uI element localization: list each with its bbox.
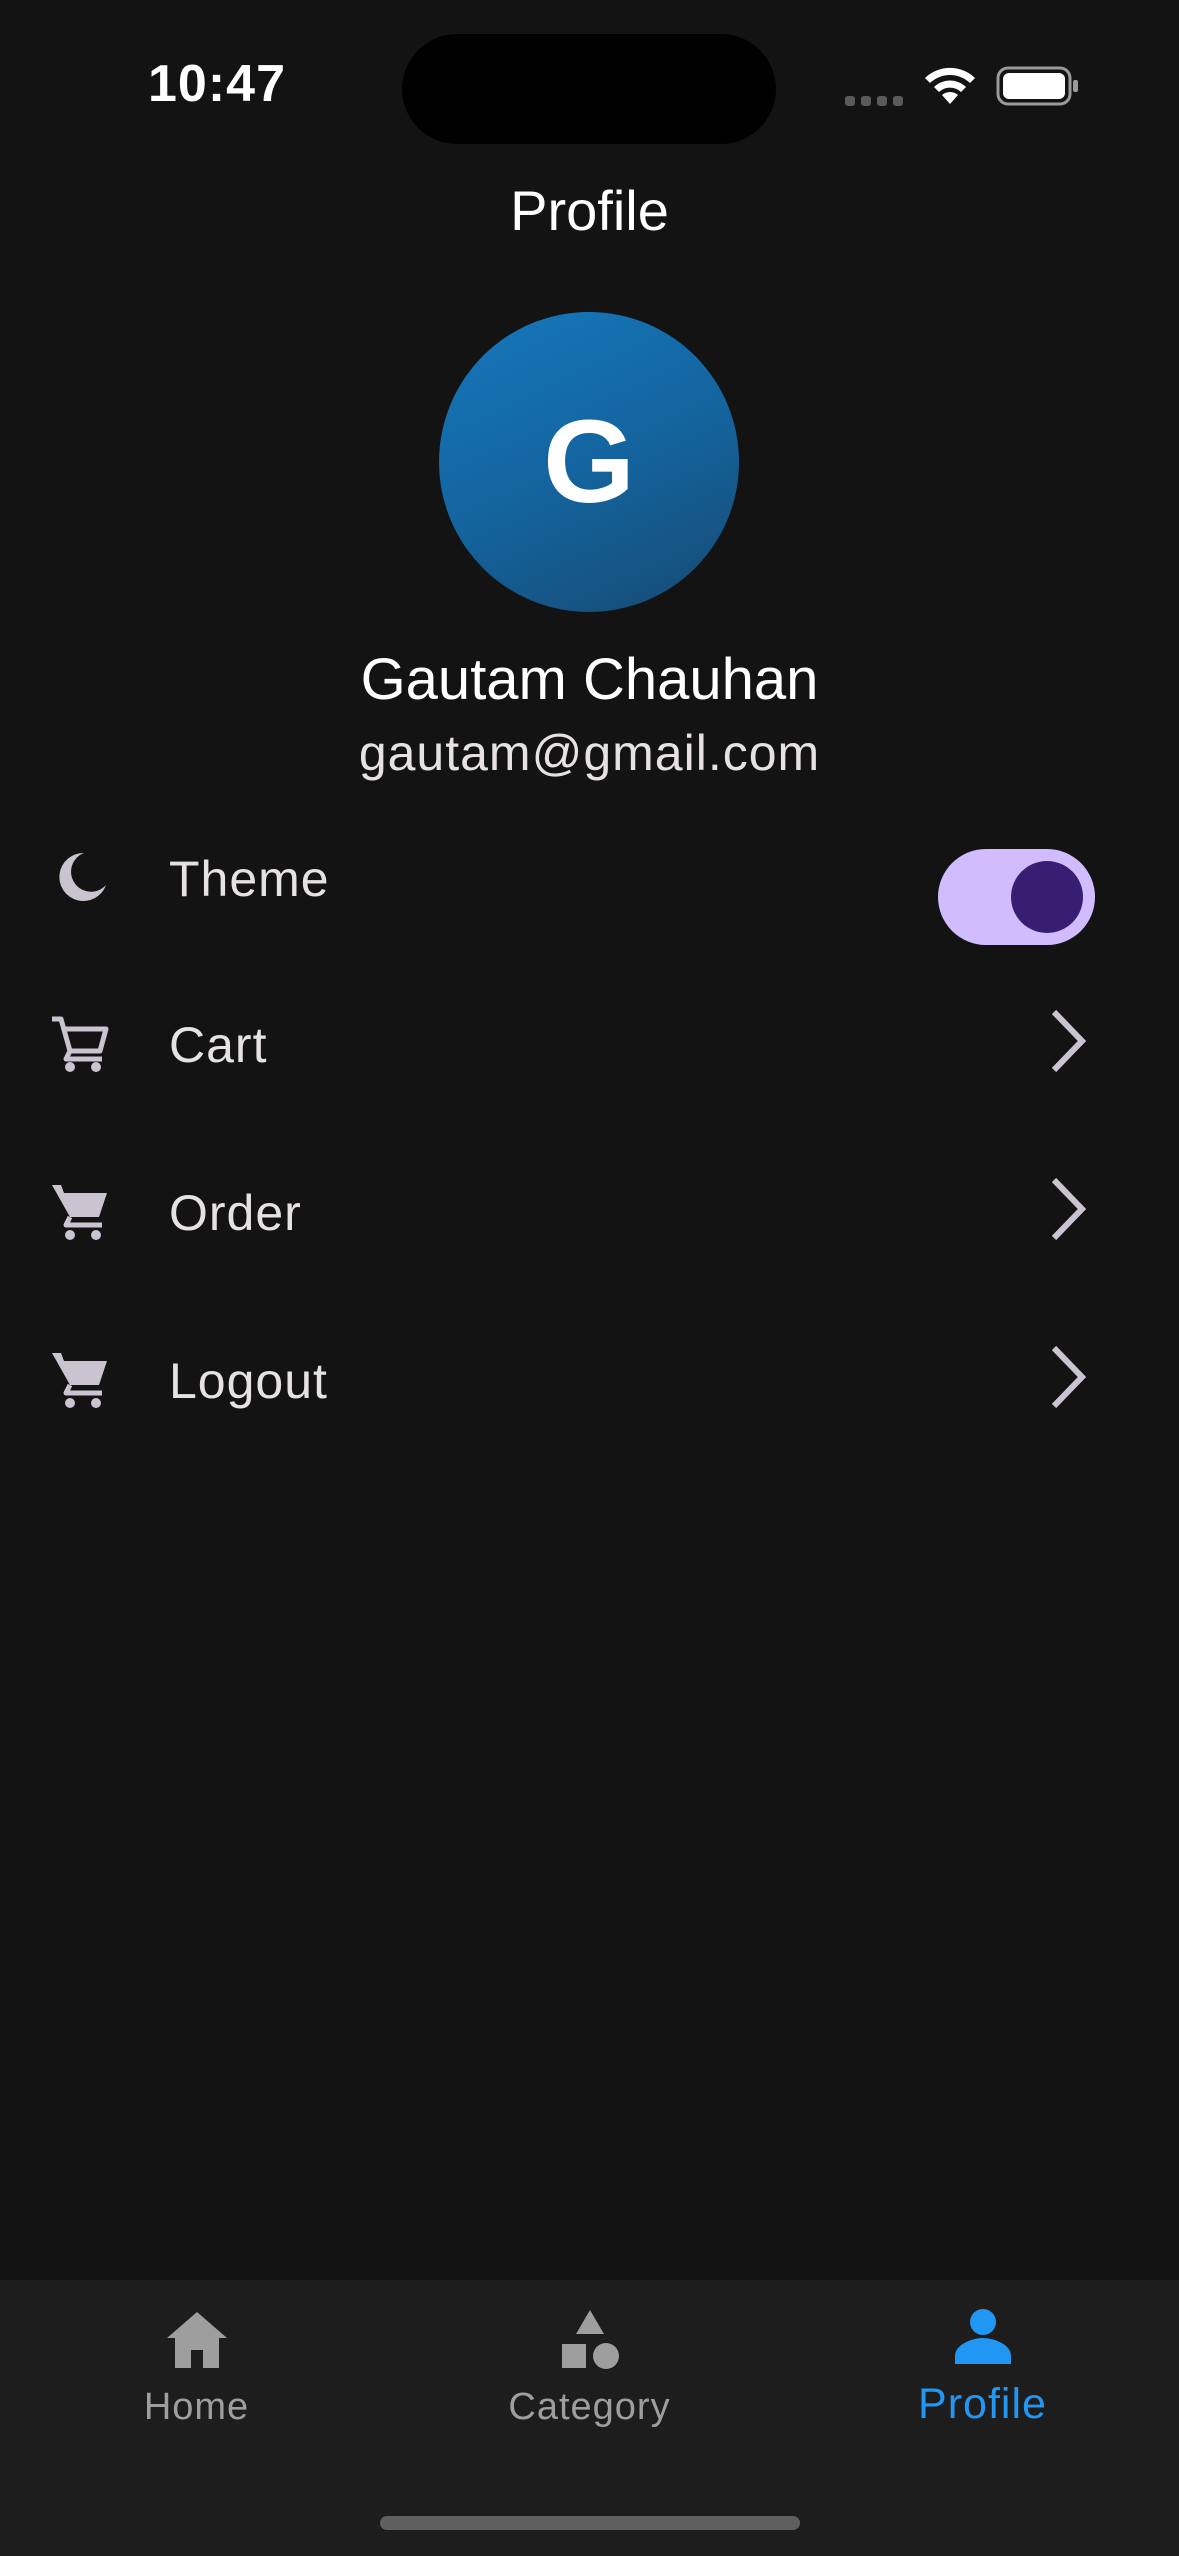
nav-label-home: Home [143, 2386, 250, 2428]
wifi-icon [925, 67, 975, 104]
profile-email: gautam@gmail.com [358, 725, 821, 781]
person-icon [954, 2309, 1011, 2364]
menu-item-cart[interactable]: Cart [0, 966, 1179, 1116]
dynamic-island [402, 34, 776, 144]
nav-item-category[interactable]: Category [393, 2280, 786, 2480]
cart-icon [52, 1185, 107, 1240]
nav-item-profile[interactable]: Profile [786, 2280, 1179, 2480]
moon-icon [59, 852, 106, 901]
cart-outline-icon [52, 1016, 109, 1072]
menu-label-cart: Cart [169, 1017, 268, 1073]
status-bar: 10:47 [0, 0, 1179, 160]
status-time: 10:47 [148, 55, 286, 113]
chevron-right-icon [1051, 1177, 1087, 1241]
chevron-right-icon [1051, 1345, 1087, 1409]
menu-label-theme: Theme [169, 851, 330, 907]
bottom-navigation: Home Category Profile [0, 2280, 1179, 2556]
menu-item-order[interactable]: Order [0, 1134, 1179, 1284]
menu-item-logout[interactable]: Logout [0, 1302, 1179, 1452]
avatar: G [439, 312, 739, 612]
category-icon [561, 2310, 619, 2369]
home-indicator [380, 2516, 800, 2530]
toggle-knob [1011, 861, 1083, 933]
nav-label-category: Category [508, 2386, 671, 2428]
cart-icon [52, 1353, 107, 1408]
theme-toggle[interactable] [938, 849, 1095, 945]
profile-name: Gautam Chauhan [360, 647, 819, 712]
menu-item-theme[interactable]: Theme [0, 800, 1179, 950]
nav-label-profile: Profile [918, 2380, 1047, 2428]
nav-item-home[interactable]: Home [0, 2280, 393, 2480]
avatar-initial: G [543, 396, 635, 528]
signal-icon [845, 96, 903, 106]
chevron-right-icon [1051, 1009, 1087, 1073]
menu-label-logout: Logout [169, 1353, 328, 1409]
home-icon [166, 2312, 227, 2368]
page-title: Profile [510, 179, 669, 242]
menu-label-order: Order [169, 1185, 302, 1241]
battery-icon [996, 66, 1078, 106]
